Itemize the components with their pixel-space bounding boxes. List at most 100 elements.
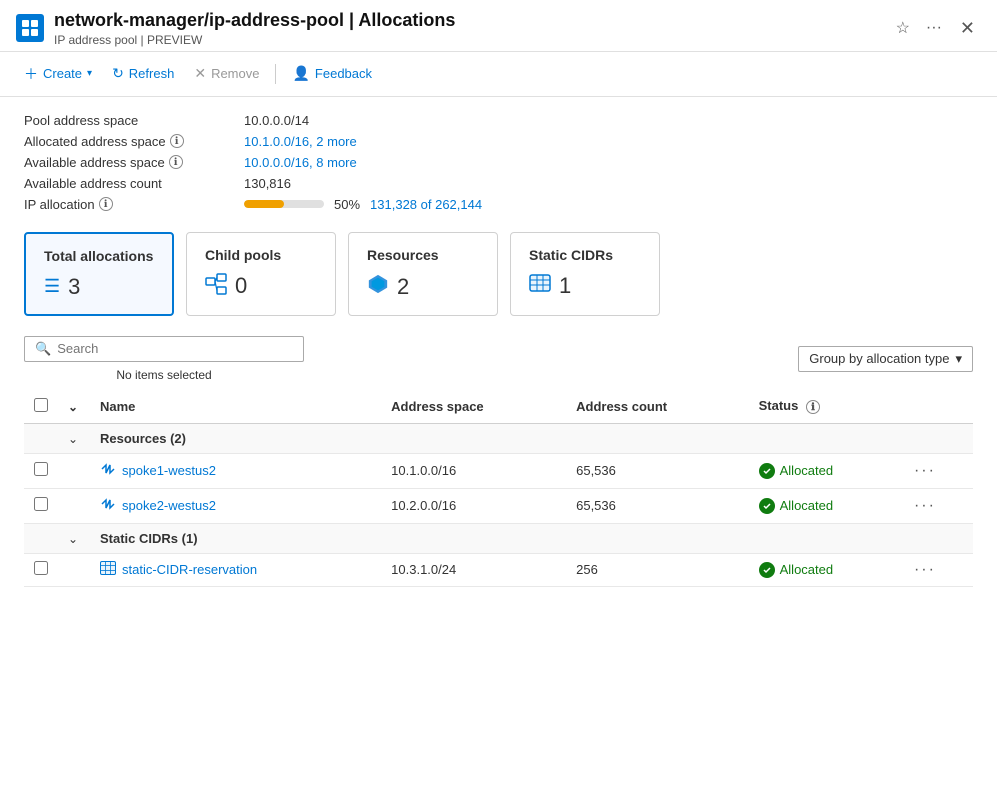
create-button[interactable]: ＋ Create ▾ [16,60,100,88]
ip-allocation-progress-fill [244,200,284,208]
table-body: ⌄ Resources (2) spoke1-westus2 [24,423,973,586]
row-more-icon-static-cidr[interactable]: ··· [914,561,936,578]
available-address-count-value: 130,816 [244,176,973,191]
row-address-space-spoke2: 10.2.0.0/16 [381,488,566,523]
close-button[interactable]: ✕ [954,16,981,41]
no-items-selected-label: No items selected [116,368,211,382]
static-cidrs-icon [529,274,551,297]
refresh-icon: ↻ [112,65,124,82]
link-spoke1[interactable]: spoke1-westus2 [122,463,216,478]
row-more-icon-spoke1[interactable]: ··· [914,462,936,479]
table-row: spoke1-westus2 10.1.0.0/16 65,536 Alloca… [24,453,973,488]
status-label-spoke2: Allocated [780,498,833,513]
remove-icon: ✕ [194,65,206,82]
page-subtitle: IP address pool | PREVIEW [54,33,202,47]
ip-allocation-progress-bar [244,200,324,208]
app-icon [16,14,44,42]
th-status[interactable]: Status ℹ [749,390,904,424]
allocated-address-space-label: Allocated address space ℹ [24,134,244,149]
row-actions-spoke2[interactable]: ··· [904,488,973,523]
available-address-space-label: Available address space ℹ [24,155,244,170]
group-label-resources: Resources (2) [90,423,973,453]
checkbox-spoke2[interactable] [34,497,48,511]
allocations-table: ⌄ Name Address space Address count Statu… [24,390,973,587]
checkbox-static-cidr[interactable] [34,561,48,575]
link-static-cidr[interactable]: static-CIDR-reservation [122,562,257,577]
vnet-icon-spoke1 [100,461,116,481]
resources-count: 2 [397,274,409,300]
card-resources-value: 2 [367,273,479,301]
row-name-static-cidr: static-CIDR-reservation [90,553,381,586]
status-label-static-cidr: Allocated [780,562,833,577]
group-label-static-cidrs: Static CIDRs (1) [90,523,973,553]
row-more-icon-spoke2[interactable]: ··· [914,497,936,514]
pool-address-space-value: 10.0.0.0/14 [244,113,973,128]
vnet-icon-spoke2 [100,496,116,516]
card-static-cidrs-title: Static CIDRs [529,247,641,263]
row-actions-static-cidr[interactable]: ··· [904,553,973,586]
table-row: static-CIDR-reservation 10.3.1.0/24 256 … [24,553,973,586]
ip-allocation-info-icon[interactable]: ℹ [99,197,113,211]
ip-allocation-percent: 50% [334,197,360,212]
search-input[interactable] [57,341,293,356]
more-options-button[interactable]: ··· [922,17,946,39]
favorite-button[interactable]: ☆ [892,16,914,40]
allocated-address-space-value[interactable]: 10.1.0.0/16, 2 more [244,134,973,149]
title-text-block: network-manager/ip-address-pool | Alloca… [54,10,892,47]
row-indent-spoke2 [58,488,90,523]
row-status-static-cidr: Allocated [749,553,904,586]
allocated-address-space-info-icon[interactable]: ℹ [170,134,184,148]
th-address-count[interactable]: Address count [566,390,749,424]
group-by-button[interactable]: Group by allocation type ▾ [798,346,973,372]
th-select-all[interactable] [24,390,58,424]
ip-allocation-label: IP allocation ℹ [24,197,244,212]
refresh-button[interactable]: ↻ Refresh [104,61,182,86]
card-static-cidrs[interactable]: Static CIDRs 1 [510,232,660,316]
toolbar-separator [275,64,276,84]
row-name-spoke1: spoke1-westus2 [90,453,381,488]
card-total-value: ☰ 3 [44,274,154,300]
row-check-spoke1[interactable] [24,453,58,488]
cidr-icon-static [100,561,116,578]
feedback-button[interactable]: 👤 Feedback [284,61,380,86]
card-resources[interactable]: Resources 2 [348,232,498,316]
card-child-pools[interactable]: Child pools 0 [186,232,336,316]
card-static-cidrs-value: 1 [529,273,641,299]
group-expand-resources[interactable]: ⌄ [58,423,90,453]
status-info-icon[interactable]: ℹ [806,400,820,414]
row-status-spoke1: Allocated [749,453,904,488]
info-grid: Pool address space 10.0.0.0/14 Allocated… [24,113,973,212]
th-address-space[interactable]: Address space [381,390,566,424]
search-box[interactable]: 🔍 [24,336,304,362]
expand-all-chevron-icon[interactable]: ⌄ [68,400,78,414]
title-actions: ☆ ··· ✕ [892,16,981,41]
checkbox-spoke1[interactable] [34,462,48,476]
group-expand-static-cidrs[interactable]: ⌄ [58,523,90,553]
child-pools-count: 0 [235,273,247,299]
card-total-title: Total allocations [44,248,154,264]
link-spoke2[interactable]: spoke2-westus2 [122,498,216,513]
table-toolbar: 🔍 No items selected Group by allocation … [24,336,973,382]
group-resources-chevron-icon[interactable]: ⌄ [68,432,78,446]
group-by-chevron-icon: ▾ [955,351,962,367]
allocation-cards: Total allocations ☰ 3 Child pools [24,232,973,316]
page-title: network-manager/ip-address-pool | Alloca… [54,10,892,32]
resources-icon [367,273,389,301]
row-check-static-cidr[interactable] [24,553,58,586]
status-dot-static-cidr [759,562,775,578]
th-name[interactable]: Name [90,390,381,424]
feedback-icon: 👤 [292,65,309,82]
toolbar: ＋ Create ▾ ↻ Refresh ✕ Remove 👤 Feedback [0,52,997,97]
available-address-space-info-icon[interactable]: ℹ [169,155,183,169]
remove-button[interactable]: ✕ Remove [186,61,267,86]
select-all-checkbox[interactable] [34,398,48,412]
row-check-spoke2[interactable] [24,488,58,523]
card-total-allocations[interactable]: Total allocations ☰ 3 [24,232,174,316]
title-bar: network-manager/ip-address-pool | Alloca… [0,0,997,52]
group-static-cidrs-chevron-icon[interactable]: ⌄ [68,532,78,546]
available-address-count-label: Available address count [24,176,244,191]
static-cidrs-count: 1 [559,273,571,299]
card-child-pools-title: Child pools [205,247,317,263]
row-actions-spoke1[interactable]: ··· [904,453,973,488]
available-address-space-value[interactable]: 10.0.0.0/16, 8 more [244,155,973,170]
